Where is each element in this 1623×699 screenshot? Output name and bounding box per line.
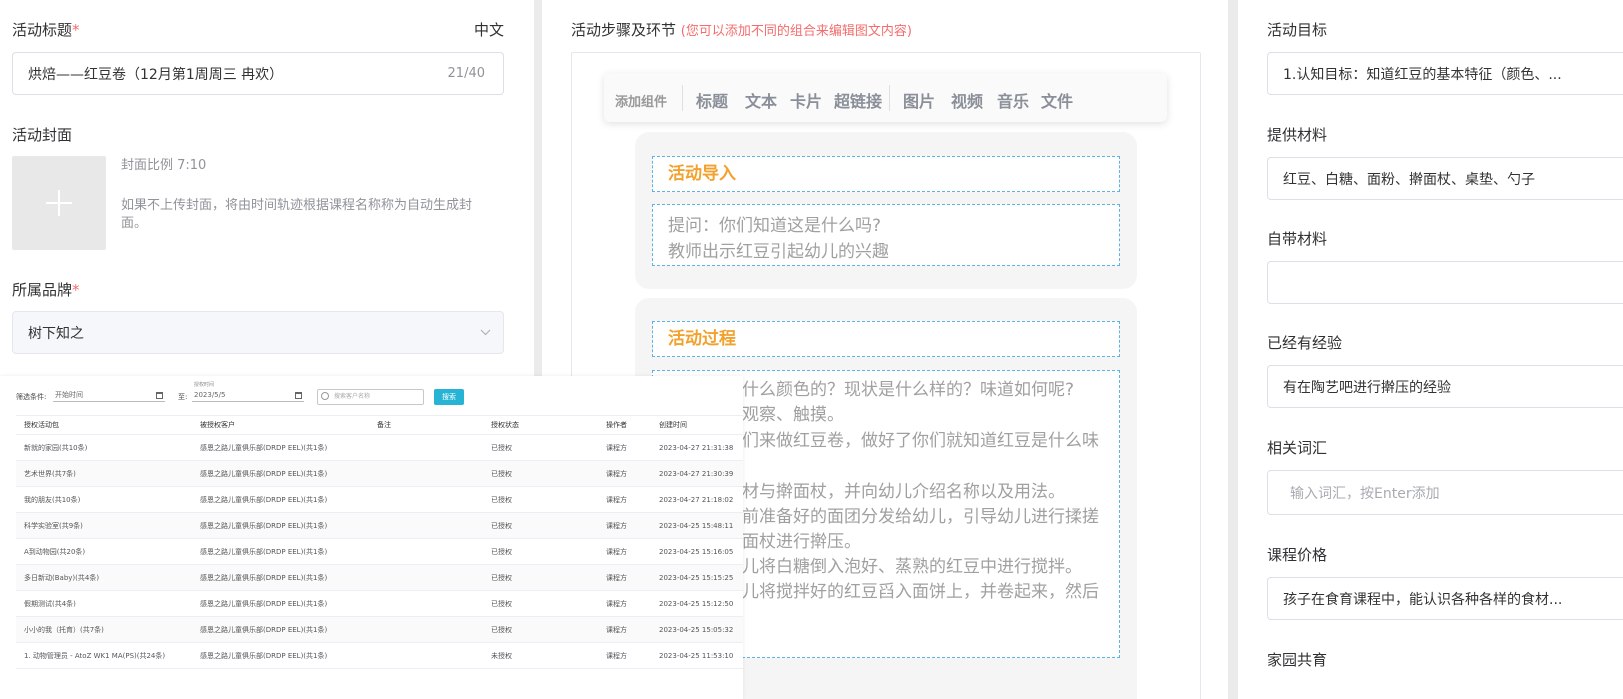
filter-label: 筛选条件: <box>16 393 47 401</box>
tool-video-button[interactable]: 视频 <box>951 88 983 112</box>
start-date-input[interactable]: 开始时间 <box>53 390 165 402</box>
cover-upload[interactable] <box>12 156 106 250</box>
title-label: 活动标题* <box>12 21 80 39</box>
steps-hint: (您可以添加不同的组合来编辑图文内容) <box>680 24 912 39</box>
cover-label: 活动封面 <box>12 126 73 144</box>
card-text-block[interactable]: 提问：你们知道这是什么吗? 教师出示红豆引起幼儿的兴趣 <box>652 204 1120 266</box>
price-label: 课程价格 <box>1267 546 1328 564</box>
experience-input[interactable]: 有在陶艺吧进行擀压的经验 <box>1267 365 1623 408</box>
card-title-block[interactable]: 活动过程 <box>652 321 1120 357</box>
table-row[interactable]: 艺术世界(共7条) 感恩之路儿童俱乐部(DRDP EEL)(共1条) 已授权 课… <box>16 461 743 487</box>
table-header: 授权活动包 被授权客户 备注 授权状态 操作者 创建时间 <box>16 415 743 435</box>
cover-hint-line-1: 如果不上传封面，将由时间轨迹根据课程名称称为自动生成封 <box>121 198 473 213</box>
table-row[interactable]: 新就的家园(共10条) 感恩之路儿童俱乐部(DRDP EEL)(共1条) 已授权… <box>16 435 743 461</box>
table-row[interactable]: 假期测试(共4条) 感恩之路儿童俱乐部(DRDP EEL)(共1条) 已授权 课… <box>16 591 743 617</box>
authorization-table: 授权活动包 被授权客户 备注 授权状态 操作者 创建时间 新就的家园(共10条)… <box>16 415 743 669</box>
self-materials-input[interactable] <box>1267 261 1623 304</box>
goal-label: 活动目标 <box>1267 21 1328 39</box>
tool-file-button[interactable]: 文件 <box>1041 88 1073 112</box>
table-row[interactable]: 1. 动物管理员 - AtoZ WK1 MA(PS)(共24条) 感恩之路儿童俱… <box>16 643 743 669</box>
card-title-block[interactable]: 活动导入 <box>652 156 1120 192</box>
price-input[interactable]: 孩子在食育课程中，能认识各种各样的食材... <box>1267 577 1623 620</box>
component-toolbar: 添加组件 标题 文本 卡片 超链接 图片 视频 音乐 文件 <box>604 73 1167 122</box>
materials-label: 提供材料 <box>1267 126 1328 144</box>
chevron-down-icon <box>480 329 491 336</box>
table-body: 新就的家园(共10条) 感恩之路儿童俱乐部(DRDP EEL)(共1条) 已授权… <box>16 435 743 669</box>
cover-ratio-hint: 封面比例 7:10 <box>121 158 207 173</box>
activity-details-panel: 活动目标 1.认知目标：知道红豆的基本特征（颜色、... 提供材料 红豆、白糖、… <box>1238 0 1623 699</box>
tool-music-button[interactable]: 音乐 <box>997 88 1029 112</box>
tool-title-button[interactable]: 标题 <box>696 88 728 112</box>
add-component-label: 添加组件 <box>615 95 668 110</box>
experience-label: 已经有经验 <box>1267 334 1343 352</box>
table-row[interactable]: 我的朋友(共10条) 感恩之路儿童俱乐部(DRDP EEL)(共1条) 已授权 … <box>16 487 743 513</box>
search-button[interactable]: 搜索 <box>434 389 464 405</box>
vocab-label: 相关词汇 <box>1267 439 1328 457</box>
calendar-icon[interactable] <box>156 392 163 399</box>
goal-input[interactable]: 1.认知目标：知道红豆的基本特征（颜色、... <box>1267 52 1623 95</box>
customer-search-input[interactable]: 搜索客户名称 <box>317 389 424 405</box>
cover-hint-line-2: 面。 <box>121 216 148 231</box>
end-date-caption: 授权时间 <box>194 382 215 388</box>
table-row[interactable]: 多日新动(Baby)(共4条) 感恩之路儿童俱乐部(DRDP EEL)(共1条)… <box>16 565 743 591</box>
home-coop-label: 家园共育 <box>1267 651 1328 669</box>
calendar-icon[interactable] <box>295 392 302 399</box>
vocab-input[interactable]: 输入词汇，按Enter添加 <box>1267 470 1623 515</box>
brand-label: 所属品牌* <box>12 281 80 299</box>
brand-select[interactable]: 树下知之 <box>12 311 504 354</box>
tool-card-button[interactable]: 卡片 <box>790 88 822 112</box>
tool-link-button[interactable]: 超链接 <box>834 88 882 112</box>
step-card-intro: 活动导入 提问：你们知道这是什么吗? 教师出示红豆引起幼儿的兴趣 <box>635 132 1137 289</box>
self-materials-label: 自带材料 <box>1267 230 1328 248</box>
end-date-input[interactable]: 2023/5/5 <box>192 390 304 402</box>
tool-text-button[interactable]: 文本 <box>745 88 777 112</box>
materials-input[interactable]: 红豆、白糖、面粉、擀面杖、桌垫、勺子 <box>1267 157 1623 200</box>
search-icon <box>321 392 329 400</box>
title-char-counter: 21/40 <box>447 66 485 81</box>
to-label: 至: <box>178 393 188 401</box>
required-mark: * <box>72 21 80 39</box>
steps-label: 活动步骤及环节 (您可以添加不同的组合来编辑图文内容) <box>571 21 912 39</box>
table-row[interactable]: 小小的我（托育）(共7条) 感恩之路儿童俱乐部(DRDP EEL)(共1条) 已… <box>16 617 743 643</box>
table-row[interactable]: 科学实验室(共9条) 感恩之路儿童俱乐部(DRDP EEL)(共1条) 已授权 … <box>16 513 743 539</box>
language-switch[interactable]: 中文 <box>474 19 504 40</box>
tool-image-button[interactable]: 图片 <box>903 88 935 112</box>
table-row[interactable]: A到动物园(共20条) 感恩之路儿童俱乐部(DRDP EEL)(共1条) 已授权… <box>16 539 743 565</box>
title-input[interactable]: 烘焙——红豆卷（12月第1周周三 冉欢） 21/40 <box>12 52 504 95</box>
